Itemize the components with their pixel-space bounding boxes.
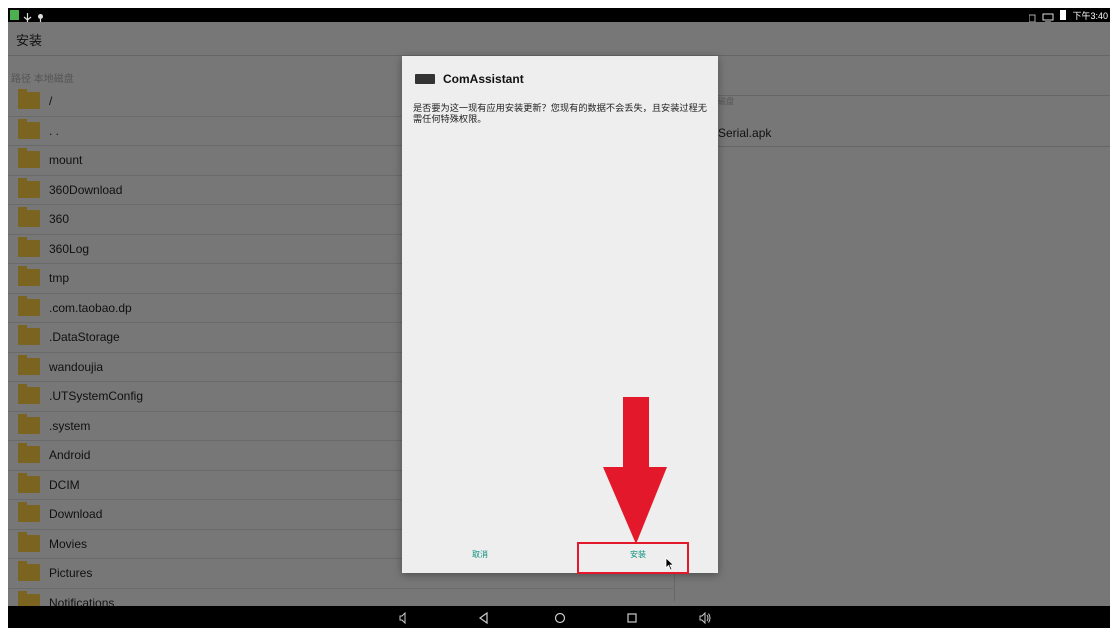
file-name: 360Download bbox=[49, 182, 123, 197]
folder-icon bbox=[18, 177, 40, 198]
divider bbox=[675, 95, 1110, 96]
dialog-message: 是否要为这一现有应用安装更新？您现有的数据不会丢失，且安装过程无需任何特殊权限。 bbox=[413, 103, 707, 124]
dialog-title: ComAssistant bbox=[443, 72, 524, 86]
file-list-item[interactable]: Notifications bbox=[8, 589, 673, 607]
file-name: .com.taobao.dp bbox=[49, 300, 132, 315]
file-name: mount bbox=[49, 153, 83, 167]
app-notification-icon bbox=[10, 10, 19, 20]
divider bbox=[675, 146, 1110, 147]
status-time: 下午3:40 bbox=[1072, 11, 1108, 21]
apk-file-item[interactable]: Serial.apk bbox=[718, 126, 771, 140]
folder-icon bbox=[18, 148, 40, 168]
app-icon bbox=[415, 74, 435, 84]
right-panel: 磁盘 Serial.apk bbox=[674, 56, 1110, 601]
file-name: DCIM bbox=[49, 477, 80, 492]
page-title: 安装 bbox=[16, 33, 43, 48]
navigation-bar bbox=[8, 606, 1110, 628]
file-name: .UTSystemConfig bbox=[49, 389, 144, 403]
back-icon[interactable] bbox=[478, 611, 490, 625]
folder-icon bbox=[18, 590, 40, 606]
usb-icon bbox=[23, 10, 32, 23]
volume-up-icon[interactable] bbox=[698, 611, 712, 625]
file-manager-screen: 安装 路径 本地磁盘 / . . mount 360Download 360 360Log… bbox=[8, 22, 1110, 606]
folder-icon bbox=[18, 443, 40, 463]
file-name: 360 bbox=[49, 212, 70, 226]
battery-icon bbox=[1060, 10, 1066, 20]
file-name: Pictures bbox=[49, 566, 93, 580]
file-name: Notifications bbox=[49, 595, 115, 607]
folder-icon bbox=[18, 413, 40, 434]
location-icon bbox=[36, 10, 45, 23]
file-name: Movies bbox=[49, 536, 88, 551]
file-name: 360Log bbox=[49, 241, 90, 256]
folder-icon bbox=[18, 502, 40, 522]
right-path-label: 磁盘 bbox=[718, 97, 734, 106]
folder-icon bbox=[18, 561, 40, 581]
annotation-arrow bbox=[603, 397, 667, 544]
file-name: tmp bbox=[49, 271, 70, 285]
folder-icon bbox=[18, 295, 40, 316]
volume-down-icon[interactable] bbox=[398, 611, 410, 625]
recents-icon[interactable] bbox=[626, 611, 638, 623]
home-icon[interactable] bbox=[554, 611, 566, 624]
mouse-cursor-icon bbox=[665, 557, 675, 571]
cancel-button[interactable]: 取消 bbox=[472, 549, 488, 560]
folder-icon bbox=[18, 354, 40, 375]
folder-icon bbox=[18, 325, 40, 345]
path-breadcrumb: 路径 本地磁盘 bbox=[11, 74, 74, 85]
screen-cast-icon bbox=[1042, 10, 1054, 23]
file-name: . . bbox=[49, 123, 60, 138]
install-dialog: ComAssistant 是否要为这一现有应用安装更新？您现有的数据不会丢失，且… bbox=[402, 56, 718, 573]
folder-icon bbox=[18, 236, 40, 257]
folder-icon bbox=[18, 207, 40, 227]
folder-icon bbox=[18, 472, 40, 493]
status-bar: 下午3:40 bbox=[8, 8, 1110, 23]
folder-icon bbox=[18, 118, 40, 139]
folder-icon bbox=[18, 531, 40, 552]
file-name: Download bbox=[49, 507, 103, 521]
file-name: .DataStorage bbox=[49, 330, 120, 344]
file-name: .system bbox=[49, 418, 91, 433]
signal-icon bbox=[1028, 10, 1038, 23]
file-name: wandoujia bbox=[49, 359, 104, 374]
folder-icon bbox=[18, 384, 40, 404]
folder-icon bbox=[18, 89, 40, 109]
file-name: / bbox=[49, 94, 53, 108]
file-name: Android bbox=[49, 448, 91, 462]
folder-icon bbox=[18, 266, 40, 286]
